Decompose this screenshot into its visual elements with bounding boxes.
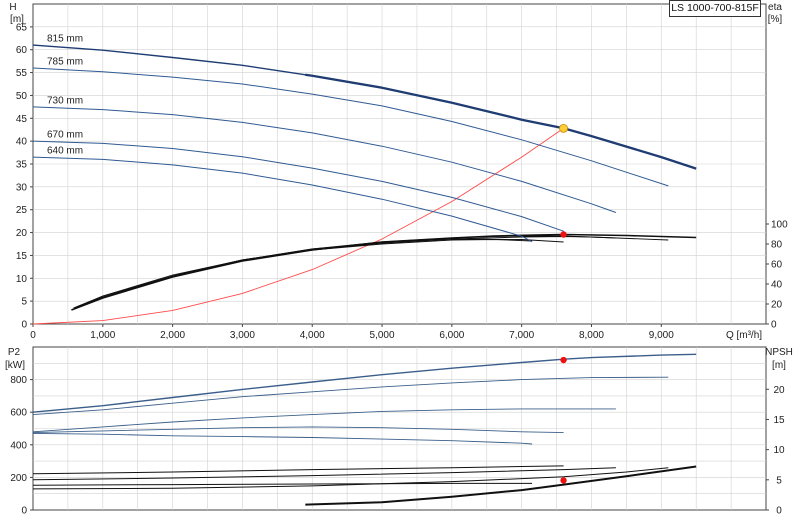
y-right-tick-label: 0 [771, 320, 777, 331]
y-right-axis-label: eta [768, 2, 782, 13]
x-tick-label: 6,000 [439, 330, 464, 341]
y-left-tick-label: 800 [10, 375, 27, 386]
x-tick-label: 1,000 [90, 330, 115, 341]
y-left-axis-unit: [m] [10, 14, 24, 25]
y-left-tick-label: 0 [21, 506, 27, 517]
x-axis-label: Q [m³/h] [726, 330, 762, 341]
y-left-tick-label: 600 [10, 408, 27, 419]
y-left-tick-label: 25 [16, 205, 28, 216]
head-curve-label: 640 mm [47, 146, 83, 157]
power-npsh-plot: 0 200 400 600 800 0 5 10 15 20 P2 [kW] NPSH [m] [5, 346, 793, 517]
head-efficiency-plot: 051015202530354045505560650204060801000 1… [9, 2, 788, 341]
x-tick-label: 0 [30, 330, 36, 341]
y-right-tick-label: 15 [773, 415, 785, 426]
head-curve-label: 785 mm [47, 57, 83, 68]
operating-point-npsh [560, 477, 567, 484]
x-tick-label: 4,000 [300, 330, 325, 341]
y-left-tick-label: 30 [16, 182, 28, 193]
y-left-tick-label: 5 [21, 297, 27, 308]
y-right-tick-label: 20 [771, 300, 783, 311]
y-left-tick-label: 55 [16, 68, 28, 79]
y-left-tick-label: 15 [16, 251, 28, 262]
y-left-axis-label: H [9, 2, 16, 13]
y-right-tick-label: 20 [773, 385, 785, 396]
y-left-tick-label: 0 [21, 320, 27, 331]
y-left-tick-label: 40 [16, 137, 28, 148]
head-curve-label: 670 mm [47, 130, 83, 141]
x-tick-label: 5,000 [370, 330, 395, 341]
x-tick-label: 8,000 [579, 330, 604, 341]
y-left-axis-label: P2 [8, 347, 21, 358]
y-right-axis-unit: [%] [768, 14, 783, 25]
x-tick-label: 7,000 [509, 330, 534, 341]
head-curve-label: 815 mm [47, 34, 83, 45]
y-right-axis-unit: [m] [772, 360, 786, 371]
y-left-tick-label: 400 [10, 440, 27, 451]
y-left-tick-label: 50 [16, 91, 28, 102]
head-curve-label: 730 mm [47, 95, 83, 106]
operating-point-power [560, 356, 567, 364]
y-left-tick-label: 200 [10, 473, 27, 484]
x-tick-label: 9,000 [649, 330, 674, 341]
pump-performance-chart: 051015202530354045505560650204060801000 1… [5, 2, 793, 517]
y-right-axis-label: NPSH [765, 347, 793, 358]
chart-title: LS 1000-700-815F [669, 0, 761, 17]
y-right-tick-label: 40 [771, 280, 783, 291]
operating-point-head [559, 123, 568, 133]
operating-point-efficiency [560, 231, 567, 238]
y-right-tick-label: 100 [771, 220, 788, 231]
y-right-tick-label: 0 [776, 506, 782, 517]
y-right-tick-label: 60 [771, 260, 783, 271]
y-left-tick-label: 20 [16, 228, 28, 239]
y-left-tick-label: 45 [16, 114, 28, 125]
y-right-tick-label: 5 [776, 475, 782, 486]
y-left-tick-label: 10 [16, 274, 28, 285]
y-left-tick-label: 60 [16, 45, 28, 56]
y-right-tick-label: 10 [773, 445, 785, 456]
y-left-axis-unit: [kW] [5, 360, 25, 371]
y-right-tick-label: 80 [771, 240, 783, 251]
y-left-tick-label: 35 [16, 160, 28, 171]
x-tick-label: 2,000 [160, 330, 185, 341]
x-tick-label: 3,000 [230, 330, 255, 341]
